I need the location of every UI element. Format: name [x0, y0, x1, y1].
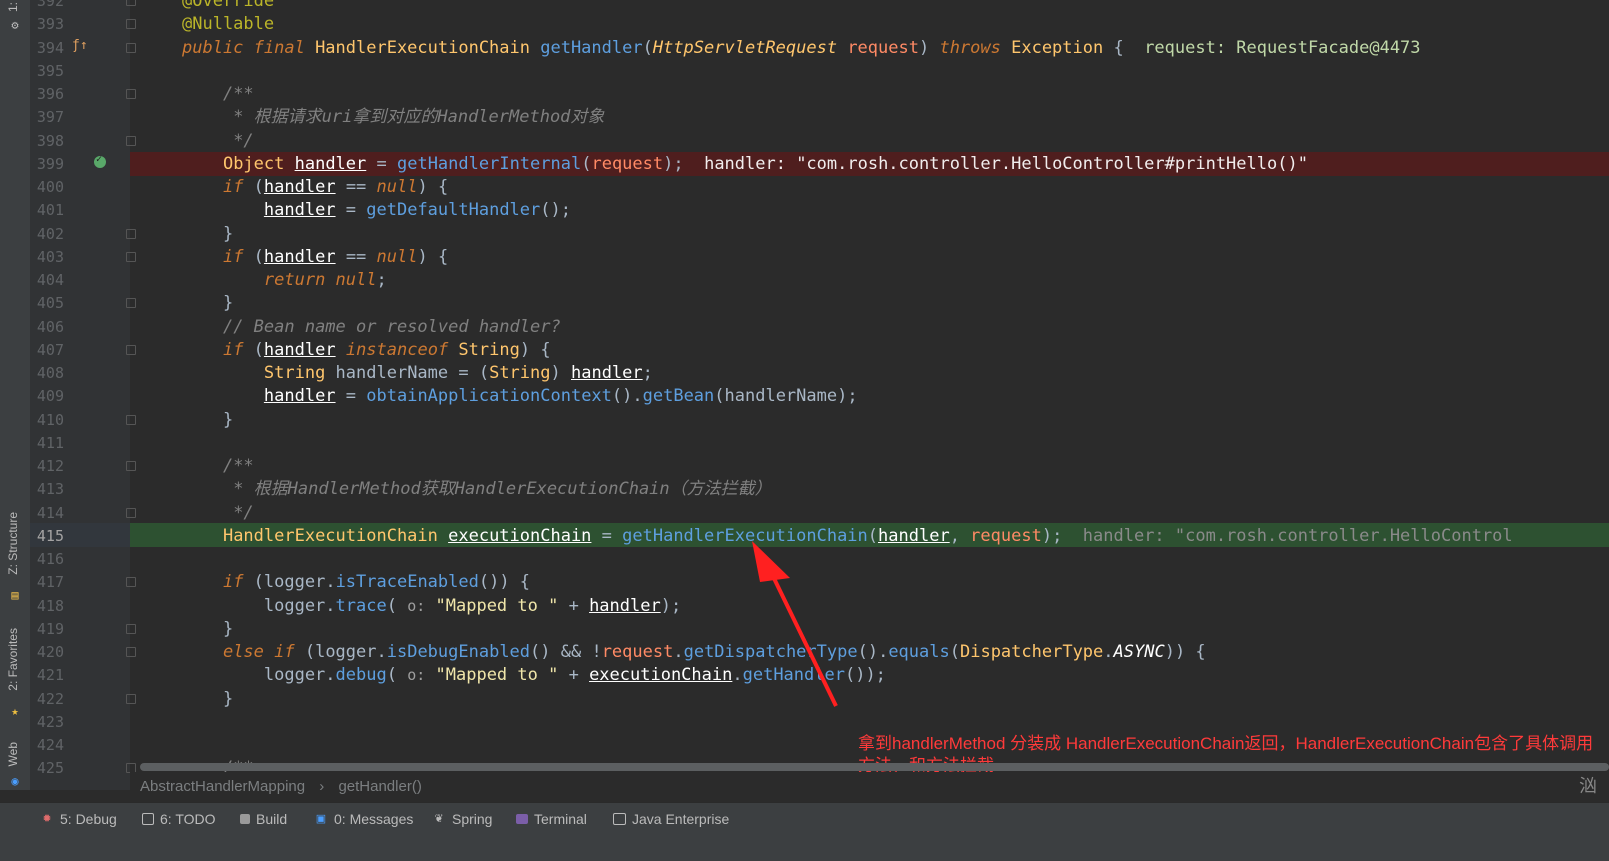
toolwindow-label: 5: Debug: [60, 811, 117, 827]
toolwindow-label: 6: TODO: [160, 811, 216, 827]
breadcrumb-class[interactable]: AbstractHandlerMapping: [140, 778, 305, 795]
toolwindow-terminal[interactable]: Terminal: [516, 811, 587, 827]
bug-icon: ✹: [42, 813, 52, 825]
bottom-toolwindow-bar: ✹ 5: Debug 6: TODO Build ▣ 0: Messages ❦…: [0, 802, 1609, 861]
toolwindow-todo[interactable]: 6: TODO: [142, 811, 216, 827]
spring-icon: ❦: [434, 813, 444, 825]
toolwindow-messages[interactable]: ▣ 0: Messages: [314, 811, 414, 827]
breadcrumb: AbstractHandlerMapping › getHandler(): [130, 772, 1609, 802]
annotation-arrow: [752, 541, 838, 707]
toolwindow-build[interactable]: Build: [240, 811, 287, 827]
toolwindow-label: Terminal: [534, 811, 587, 827]
toolwindow-label: Java Enterprise: [632, 811, 730, 827]
terminal-icon: [516, 814, 528, 824]
toolwindow-java-enterprise[interactable]: Java Enterprise: [613, 811, 729, 827]
todo-icon: [142, 813, 154, 825]
messages-icon: ▣: [315, 813, 327, 825]
breadcrumb-separator: ›: [319, 778, 325, 795]
toolwindow-spring[interactable]: ❦ Spring: [432, 811, 492, 827]
toolwindow-label: 0: Messages: [334, 811, 414, 827]
toolwindow-label: Build: [256, 811, 288, 827]
enterprise-icon: [613, 813, 626, 825]
toolwindow-label: Spring: [452, 811, 493, 827]
breadcrumb-method[interactable]: getHandler(): [338, 778, 421, 795]
toolwindow-debug[interactable]: ✹ 5: Debug: [40, 811, 117, 827]
build-icon: [240, 814, 250, 824]
horizontal-scrollbar[interactable]: [140, 763, 1609, 771]
